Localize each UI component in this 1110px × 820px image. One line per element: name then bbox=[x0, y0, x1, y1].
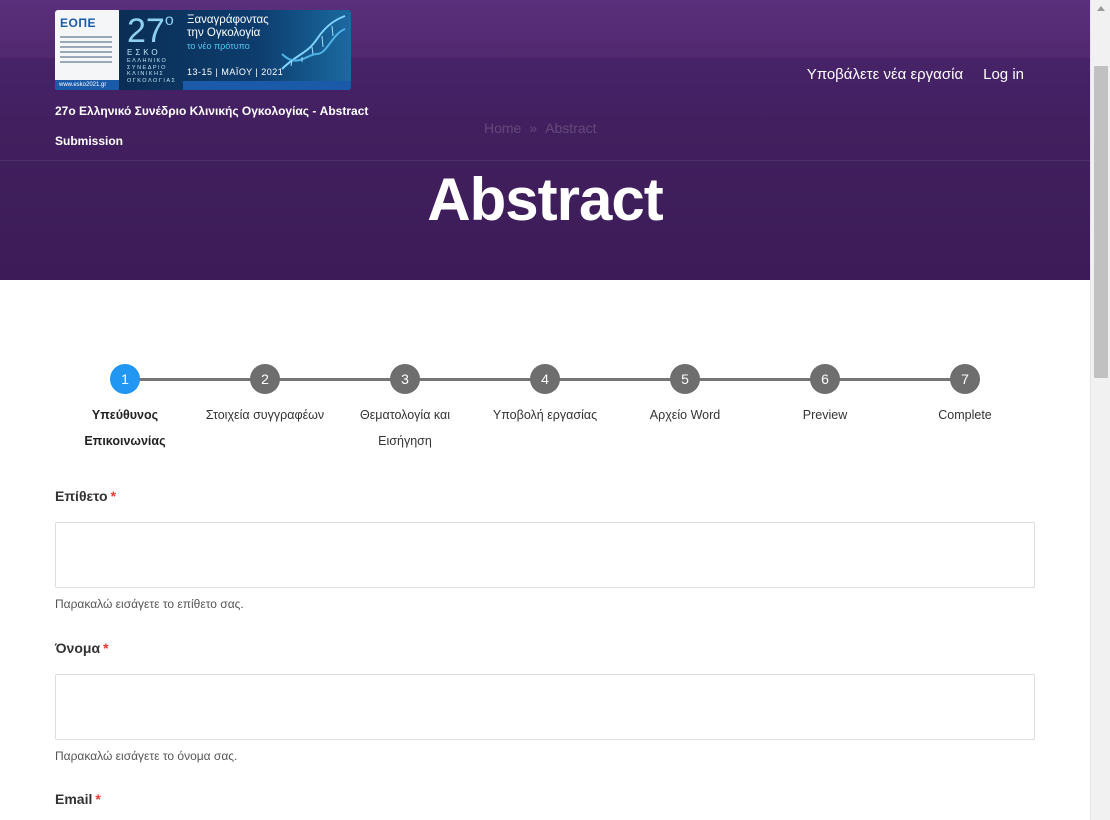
first-name-field-group: Όνομα * Παρακαλώ εισάγετε το όνομα σας. bbox=[55, 640, 1035, 763]
page-scrollbar[interactable] bbox=[1090, 0, 1110, 820]
breadcrumb-current: Abstract bbox=[545, 120, 597, 136]
required-asterisk: * bbox=[95, 791, 101, 807]
step-5-label: Αρχείο Word bbox=[649, 408, 721, 422]
step-2[interactable]: 2 Στοιχεία συγγραφέων bbox=[195, 364, 335, 428]
step-5-number: 5 bbox=[670, 364, 700, 394]
surname-field-group: Επίθετο * Παρακαλώ εισάγετε το επίθετο σα… bbox=[55, 488, 1035, 611]
surname-input[interactable] bbox=[55, 522, 1035, 588]
logo-eope-panel: ΕΟΠΕ www.esko2021.gr bbox=[55, 10, 119, 90]
required-asterisk: * bbox=[110, 488, 117, 504]
first-name-help-text: Παρακαλώ εισάγετε το όνομα σας. bbox=[55, 749, 238, 763]
step-4-label: Υποβολή εργασίας bbox=[492, 408, 598, 422]
step-2-label: Στοιχεία συγγραφέων bbox=[205, 408, 325, 422]
scroll-up-arrow-icon[interactable] bbox=[1097, 6, 1105, 11]
scrollbar-thumb[interactable] bbox=[1094, 66, 1108, 378]
logo-eope-text: ΕΟΠΕ bbox=[60, 16, 97, 30]
page-title: Abstract bbox=[427, 166, 663, 233]
login-link[interactable]: Log in bbox=[983, 66, 1024, 83]
step-6-label: Preview bbox=[802, 408, 848, 422]
logo-tagline: Ξαναγράφοντας την Ογκολογία το νέο πρότυ… bbox=[187, 14, 269, 51]
breadcrumb-home[interactable]: Home bbox=[484, 120, 521, 136]
first-name-label: Όνομα * bbox=[55, 640, 109, 656]
site-title[interactable]: 27ο Ελληνικό Συνέδριο Κλινικής Ογκολογία… bbox=[55, 96, 375, 156]
logo-text-lines bbox=[60, 36, 114, 63]
required-asterisk: * bbox=[103, 640, 109, 656]
logo-subtitle: ΕΛΛΗΝΙΚΟ ΣΥΝΕΔΡΙΟ ΚΛΙΝΙΚΗΣ ΟΓΚΟΛΟΓΙΑΣ bbox=[127, 58, 177, 84]
step-3[interactable]: 3 Θεματολογία και Εισήγηση bbox=[335, 364, 475, 454]
header-divider bbox=[0, 160, 1090, 161]
page-header: ΕΟΠΕ www.esko2021.gr 27ο ΕΣΚΟ ΕΛΛΗΝΙΚΟ Σ… bbox=[0, 0, 1090, 280]
logo-bottom-band bbox=[183, 81, 351, 90]
logo-dates: 13-15 | ΜΑΪΟΥ | 2021 bbox=[187, 67, 284, 77]
form-stepper: 1 Υπεύθυνος Επικοινωνίας 2 Στοιχεία συγγ… bbox=[55, 364, 1035, 464]
step-3-number: 3 bbox=[390, 364, 420, 394]
surname-help-text: Παρακαλώ εισάγετε το επίθετο σας. bbox=[55, 597, 244, 611]
step-1[interactable]: 1 Υπεύθυνος Επικοινωνίας bbox=[55, 364, 195, 454]
logo-number: 27ο bbox=[127, 12, 174, 50]
step-5[interactable]: 5 Αρχείο Word bbox=[615, 364, 755, 428]
email-field-group: Email * bbox=[55, 791, 1035, 811]
step-6[interactable]: 6 Preview bbox=[755, 364, 895, 428]
email-label: Email * bbox=[55, 791, 101, 807]
breadcrumb-separator: » bbox=[529, 120, 538, 136]
step-3-label: Θεματολογία και Εισήγηση bbox=[359, 408, 451, 448]
dna-helix-icon bbox=[281, 15, 346, 70]
step-4[interactable]: 4 Υποβολή εργασίας bbox=[475, 364, 615, 428]
step-2-number: 2 bbox=[250, 364, 280, 394]
step-7-label: Complete bbox=[938, 408, 992, 422]
logo-main-panel: 27ο ΕΣΚΟ ΕΛΛΗΝΙΚΟ ΣΥΝΕΔΡΙΟ ΚΛΙΝΙΚΗΣ ΟΓΚΟ… bbox=[119, 10, 351, 90]
step-1-label: Υπεύθυνος Επικοινωνίας bbox=[84, 408, 166, 448]
step-4-number: 4 bbox=[530, 364, 560, 394]
submit-new-abstract-link[interactable]: Υποβάλετε νέα εργασία bbox=[807, 66, 963, 83]
conference-logo[interactable]: ΕΟΠΕ www.esko2021.gr 27ο ΕΣΚΟ ΕΛΛΗΝΙΚΟ Σ… bbox=[55, 10, 351, 90]
logo-url: www.esko2021.gr bbox=[55, 80, 119, 90]
breadcrumb: Home » Abstract bbox=[484, 120, 597, 136]
logo-esko: ΕΣΚΟ bbox=[127, 48, 161, 57]
surname-label: Επίθετο * bbox=[55, 488, 117, 504]
step-7[interactable]: 7 Complete bbox=[895, 364, 1035, 428]
step-1-number: 1 bbox=[110, 364, 140, 394]
top-nav: Υποβάλετε νέα εργασία Log in bbox=[807, 66, 1024, 83]
first-name-input[interactable] bbox=[55, 674, 1035, 740]
step-6-number: 6 bbox=[810, 364, 840, 394]
step-7-number: 7 bbox=[950, 364, 980, 394]
